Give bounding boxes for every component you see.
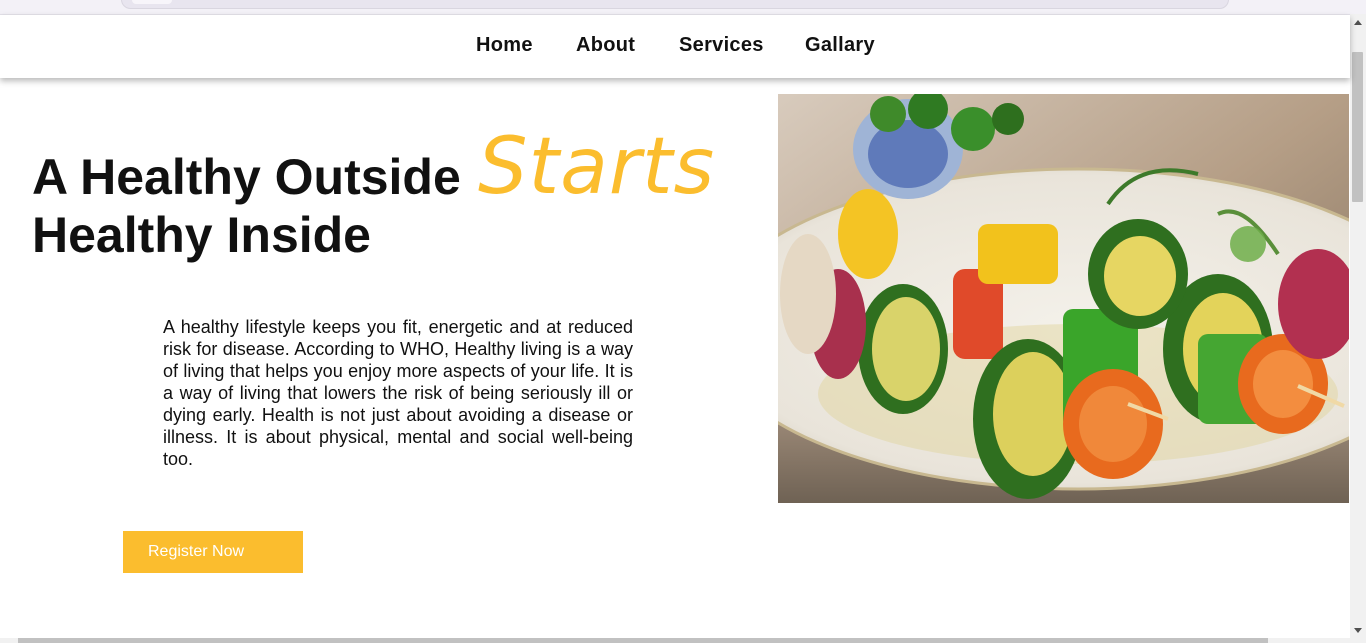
nav-home-link[interactable]: Home	[476, 34, 533, 57]
scroll-down-arrow-icon[interactable]	[1354, 628, 1362, 633]
navbar: Home About Services Gallary	[0, 15, 1350, 78]
hero-title-line2: Healthy Inside	[32, 207, 371, 263]
address-bar-tab	[132, 0, 172, 4]
horizontal-scroll-thumb[interactable]	[18, 638, 1268, 643]
nav-services-link[interactable]: Services	[679, 34, 764, 57]
horizontal-scrollbar[interactable]	[0, 638, 1350, 643]
hero-title-accent: Starts	[478, 122, 716, 212]
hero-title-line1: A Healthy Outside	[32, 149, 461, 205]
vertical-scroll-thumb[interactable]	[1352, 52, 1363, 202]
hero-title: A Healthy Outside Healthy Inside	[32, 148, 461, 264]
browser-top-strip	[0, 0, 1366, 15]
address-bar[interactable]	[121, 0, 1229, 9]
vertical-scrollbar[interactable]	[1350, 14, 1366, 643]
vegetable-skewers-image	[778, 94, 1349, 503]
register-now-button[interactable]: Register Now	[123, 531, 303, 573]
hero-paragraph: A healthy lifestyle keeps you fit, energ…	[163, 317, 633, 469]
nav-gallary-link[interactable]: Gallary	[805, 34, 875, 57]
scroll-up-arrow-icon[interactable]	[1354, 20, 1362, 25]
nav-about-link[interactable]: About	[576, 34, 635, 57]
